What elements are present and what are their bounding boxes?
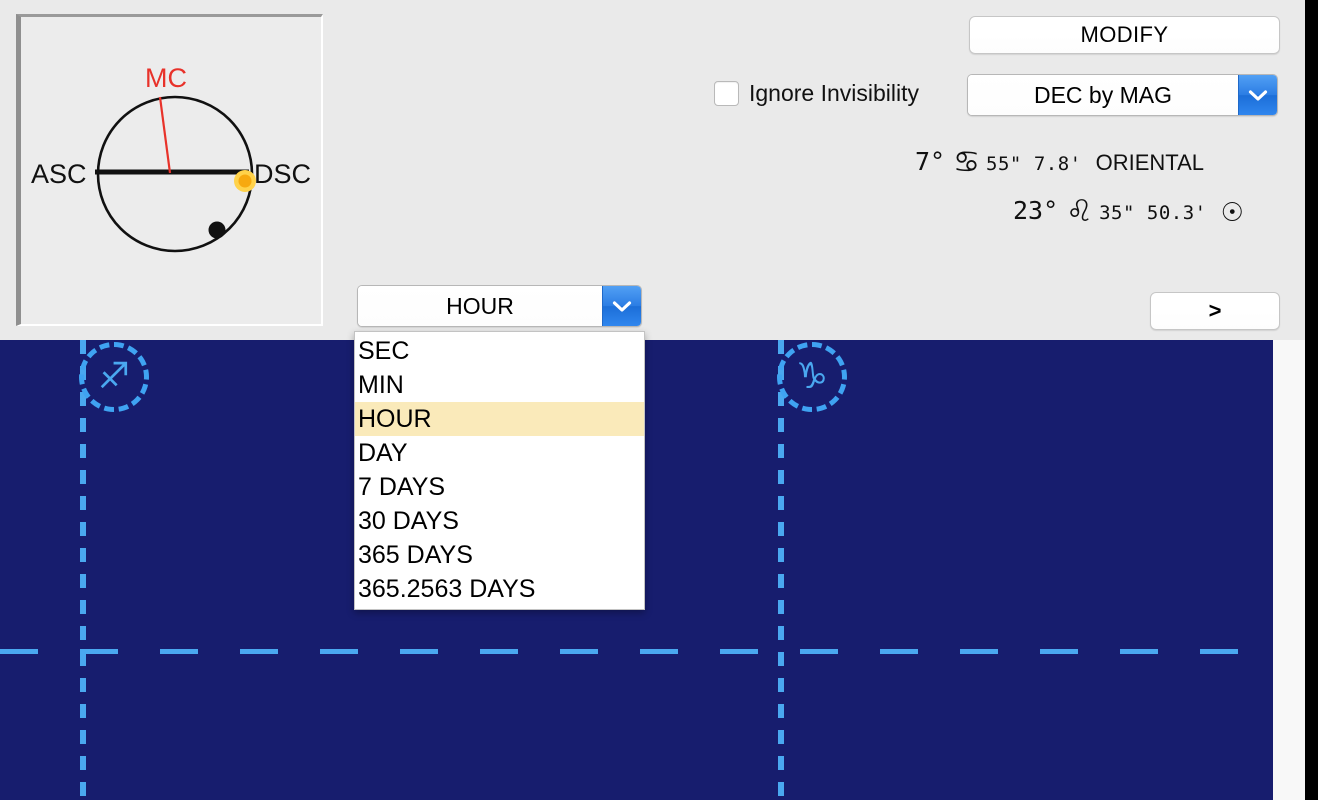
body-marker bbox=[208, 221, 226, 239]
capricorn-marker[interactable]: ♑ bbox=[777, 342, 847, 412]
ephemeris-line-oriental: 7° ♋ 55" 7.8' ORIENTAL bbox=[915, 143, 1204, 180]
dsc-label: DSC bbox=[254, 159, 311, 189]
menu-item[interactable]: 365.2563 DAYS bbox=[355, 572, 644, 606]
menu-item[interactable]: MIN bbox=[355, 368, 644, 402]
ephemeris-oriental-tag: ORIENTAL bbox=[1095, 150, 1204, 175]
leo-glyph: ♌ bbox=[1066, 194, 1094, 229]
modify-button[interactable]: MODIFY bbox=[969, 16, 1280, 54]
control-panel: ASC DSC MC MODIFY Ignore Invisibility DE… bbox=[0, 0, 1305, 340]
mc-line bbox=[158, 96, 172, 174]
application-window: ASC DSC MC MODIFY Ignore Invisibility DE… bbox=[0, 0, 1318, 800]
time-step-dropdown[interactable]: HOUR bbox=[357, 285, 642, 327]
mc-label: MC bbox=[145, 63, 187, 93]
ephemeris-degrees: 7° bbox=[915, 147, 946, 176]
menu-item[interactable]: 365 DAYS bbox=[355, 538, 644, 572]
menu-item[interactable]: 7 DAYS bbox=[355, 470, 644, 504]
ignore-invisibility-label: Ignore Invisibility bbox=[749, 80, 920, 106]
zodiac-glyph: ♑ bbox=[795, 356, 829, 397]
ignore-invisibility-row[interactable]: Ignore Invisibility bbox=[714, 80, 919, 107]
menu-item[interactable]: DAY bbox=[355, 436, 644, 470]
sky-right-gutter bbox=[1273, 340, 1305, 800]
ephemeris-arcminutes: 7.8' bbox=[1033, 153, 1082, 175]
horoscope-wheel-preview[interactable]: ASC DSC MC bbox=[16, 14, 323, 326]
sun-marker bbox=[238, 174, 252, 188]
chevron-down-icon[interactable] bbox=[602, 286, 641, 326]
meridian-capricorn bbox=[778, 340, 784, 800]
ephemeris-arcminutes: 50.3' bbox=[1146, 202, 1207, 224]
menu-item[interactable]: SEC bbox=[355, 334, 644, 368]
dec-by-mag-dropdown[interactable]: DEC by MAG bbox=[967, 74, 1278, 116]
menu-item[interactable]: HOUR bbox=[355, 402, 644, 436]
next-step-button-label: > bbox=[1208, 298, 1222, 323]
next-step-button[interactable]: > bbox=[1150, 292, 1280, 330]
cancer-glyph: ♋ bbox=[953, 145, 981, 180]
ephemeris-arcseconds: 35" bbox=[1099, 202, 1135, 224]
ignore-invisibility-checkbox[interactable] bbox=[714, 81, 739, 106]
celestial-equator-line bbox=[0, 649, 1273, 654]
dec-by-mag-dropdown-value: DEC by MAG bbox=[968, 75, 1238, 115]
zodiac-glyph: ♐ bbox=[97, 356, 131, 397]
time-step-dropdown-value: HOUR bbox=[358, 286, 602, 326]
window-right-edge bbox=[1305, 0, 1318, 800]
meridian-sagittarius bbox=[80, 340, 86, 800]
time-step-menu[interactable]: SEC MIN HOUR DAY 7 DAYS 30 DAYS 365 DAYS 365.25… bbox=[354, 331, 645, 610]
wheel-diagram: ASC DSC MC bbox=[31, 63, 311, 253]
ephemeris-degrees: 23° bbox=[1013, 196, 1059, 225]
sagittarius-marker[interactable]: ♐ bbox=[79, 342, 149, 412]
ephemeris-arcseconds: 55" bbox=[986, 153, 1022, 175]
modify-button-label: MODIFY bbox=[1080, 22, 1169, 47]
sun-glyph: ☉ bbox=[1220, 198, 1244, 228]
menu-item[interactable]: 30 DAYS bbox=[355, 504, 644, 538]
chevron-down-icon[interactable] bbox=[1238, 75, 1277, 115]
ephemeris-line-sun: 23° ♌ 35" 50.3' ☉ bbox=[1013, 192, 1244, 229]
asc-label: ASC bbox=[31, 159, 87, 189]
